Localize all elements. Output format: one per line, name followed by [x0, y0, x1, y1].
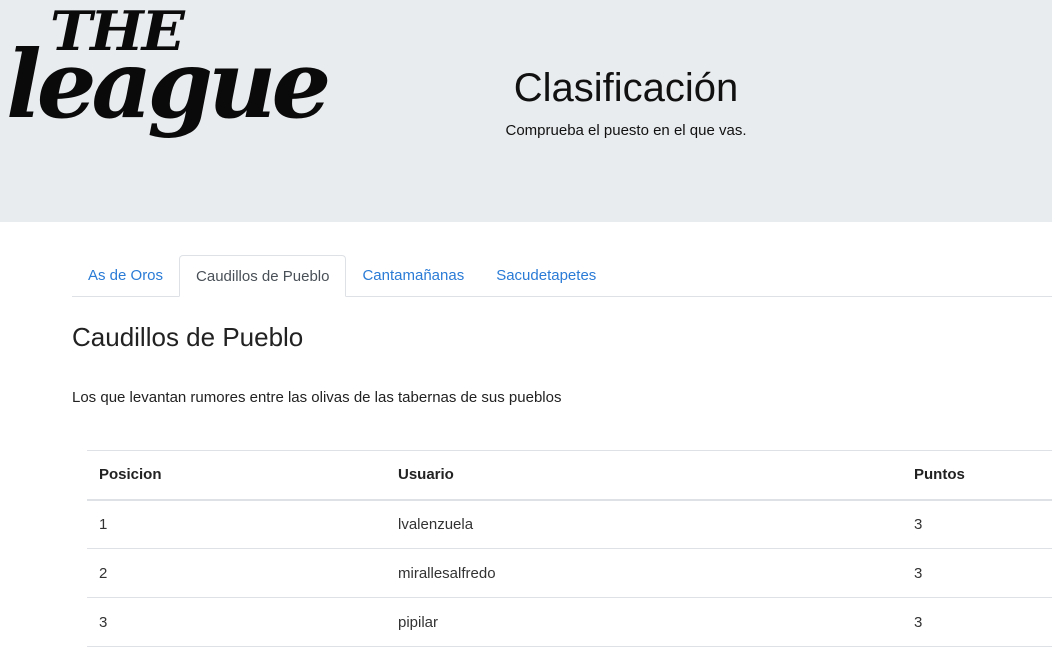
logo-text-league: league: [6, 30, 331, 140]
cell-puntos: 3: [902, 499, 1052, 549]
cell-usuario: lvalenzuela: [386, 499, 902, 549]
tab-as-de-oros[interactable]: As de Oros: [72, 255, 179, 296]
tab-sacudetapetes[interactable]: Sacudetapetes: [480, 255, 612, 296]
cell-posicion: 3: [87, 597, 386, 647]
table-row: 2 mirallesalfredo 3: [87, 548, 1052, 598]
league-logo[interactable]: THE league: [6, 4, 331, 139]
cell-posicion: 2: [87, 548, 386, 598]
table-header-row: Posicion Usuario Puntos: [87, 450, 1052, 501]
header-jumbotron: THE league Clasificación Comprueba el pu…: [0, 0, 1052, 222]
table-row: 3 pipilar 3: [87, 597, 1052, 647]
cell-posicion: 1: [87, 499, 386, 549]
tab-caudillos-de-pueblo[interactable]: Caudillos de Pueblo: [179, 255, 347, 297]
cell-usuario: mirallesalfredo: [386, 548, 902, 598]
page-title: Clasificación: [513, 66, 739, 110]
section-description: Los que levantan rumores entre las oliva…: [72, 389, 562, 406]
ranking-table: Posicion Usuario Puntos 1 lvalenzuela 3 …: [87, 450, 1052, 647]
table-row: 1 lvalenzuela 3: [87, 499, 1052, 549]
league-tabs: As de Oros Caudillos de Pueblo Cantamaña…: [72, 255, 1052, 297]
section-title: Caudillos de Pueblo: [72, 322, 304, 352]
cell-usuario: pipilar: [386, 597, 902, 647]
column-header-puntos: Puntos: [902, 450, 1052, 501]
column-header-posicion: Posicion: [87, 450, 386, 501]
cell-puntos: 3: [902, 548, 1052, 598]
cell-puntos: 3: [902, 597, 1052, 647]
column-header-usuario: Usuario: [386, 450, 902, 501]
tab-cantamananas[interactable]: Cantamañanas: [346, 255, 480, 296]
page-subtitle: Comprueba el puesto en el que vas.: [505, 122, 747, 139]
